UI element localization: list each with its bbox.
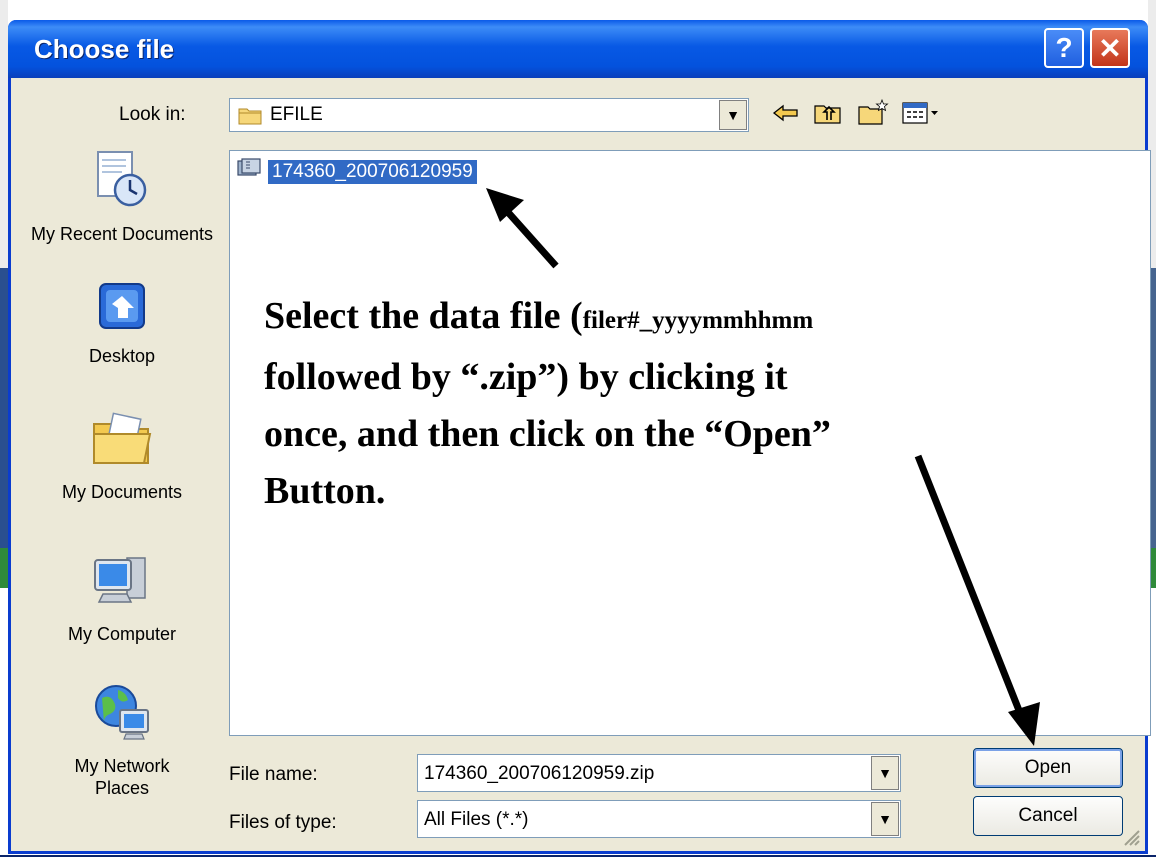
annotation-arrows: [486, 188, 1040, 746]
arrow-to-file: [486, 188, 559, 269]
arrow-to-open-button: [914, 454, 1040, 746]
